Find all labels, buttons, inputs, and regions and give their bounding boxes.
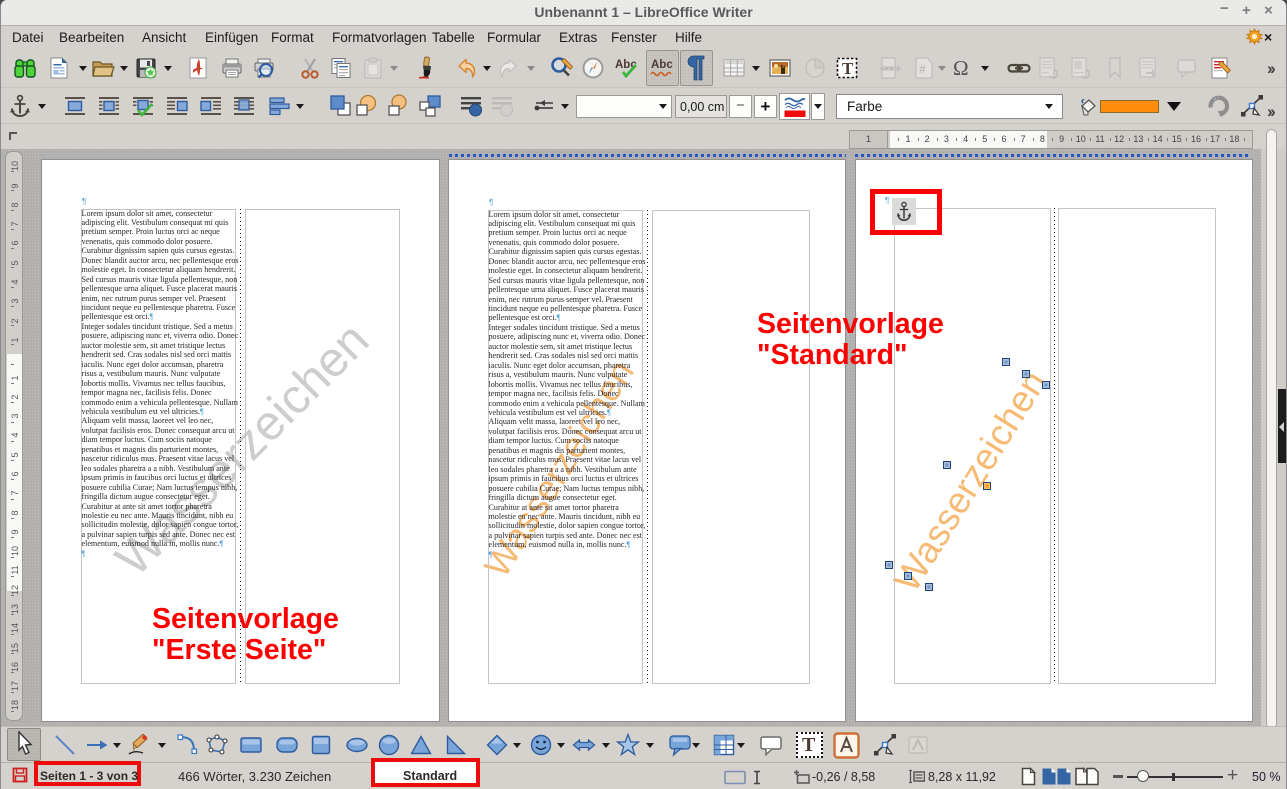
svg-text:Ω: Ω bbox=[953, 56, 969, 80]
svg-text:Abc: Abc bbox=[651, 59, 673, 71]
svg-text:#: # bbox=[919, 62, 926, 76]
svg-text:T: T bbox=[842, 59, 854, 78]
